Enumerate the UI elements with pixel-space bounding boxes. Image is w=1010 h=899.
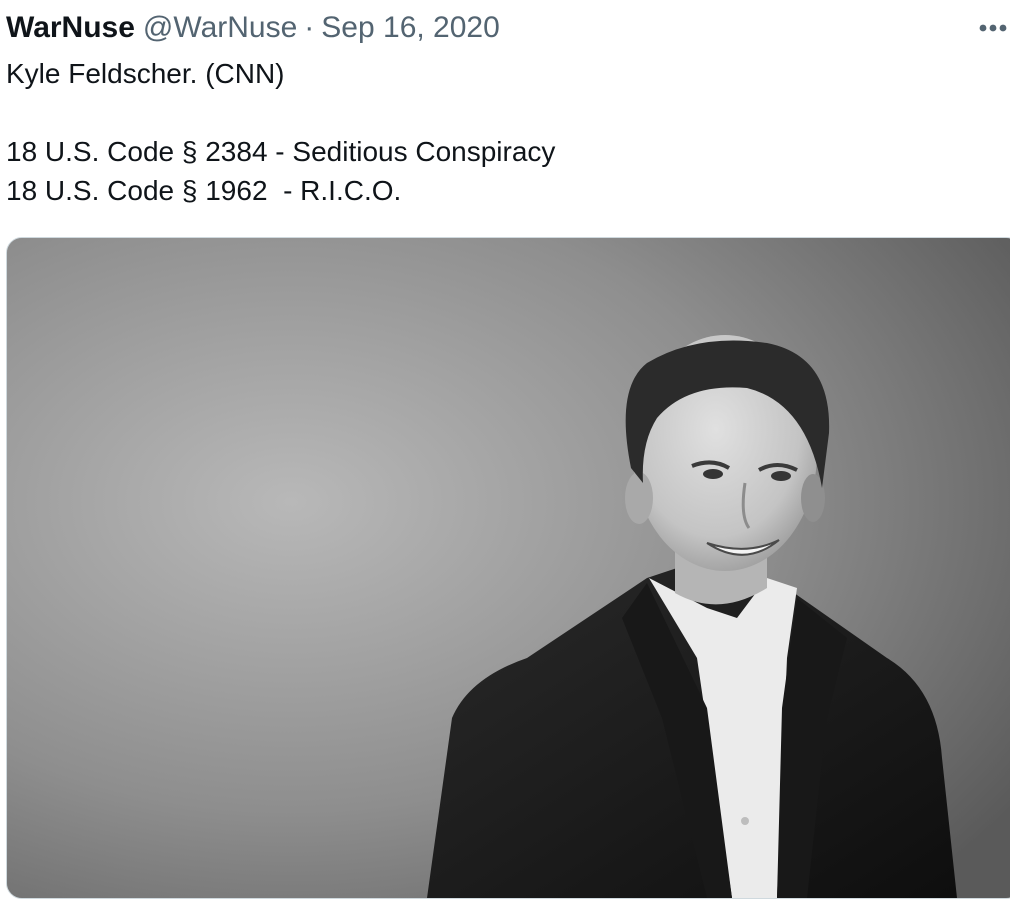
tweet-header: WarNuse @WarNuse · Sep 16, 2020 xyxy=(6,8,500,48)
tweet-text-line: Kyle Feldscher. (CNN) xyxy=(6,58,285,89)
portrait-photo xyxy=(7,238,1010,898)
header-separator: · xyxy=(304,11,315,44)
more-horizontal-icon xyxy=(979,24,1007,32)
tweet-text-line: 18 U.S. Code § 1962 - R.I.C.O. xyxy=(6,175,402,206)
more-options-button[interactable] xyxy=(976,12,1010,44)
author-display-name[interactable]: WarNuse xyxy=(6,8,135,48)
tweet: WarNuse @WarNuse · Sep 16, 2020 Kyle Fel… xyxy=(0,0,1010,899)
tweet-date[interactable]: Sep 16, 2020 xyxy=(321,8,500,48)
tweet-text-line: 18 U.S. Code § 2384 - Seditious Conspira… xyxy=(6,136,556,167)
tweet-media-photo[interactable] xyxy=(6,237,1010,899)
tweet-text-line xyxy=(6,93,996,132)
tweet-text: Kyle Feldscher. (CNN) 18 U.S. Code § 238… xyxy=(6,54,996,210)
author-handle[interactable]: @WarNuse xyxy=(143,8,297,48)
